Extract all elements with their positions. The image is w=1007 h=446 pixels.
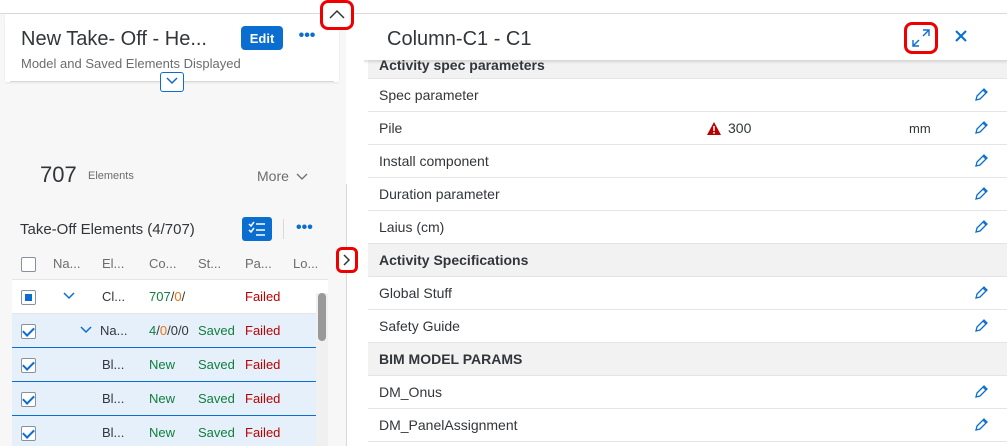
pencil-icon[interactable] — [973, 120, 989, 136]
column-header[interactable]: El... — [102, 248, 142, 279]
table-header-row: Na... El... Co... St... Pa... Lo... — [12, 248, 328, 280]
table-row[interactable]: Cl... 707/0/ Failed — [12, 280, 328, 314]
column-header[interactable]: Pa... — [245, 248, 285, 279]
close-icon — [955, 30, 967, 42]
element-cell: Bl... — [102, 391, 125, 406]
column-header[interactable]: Co... — [149, 248, 189, 279]
table-scrollbar[interactable] — [316, 293, 328, 446]
chevron-down-icon — [296, 173, 308, 180]
property-row[interactable]: Pile 300 mm — [368, 112, 1007, 145]
left-pane: New Take- Off - He... Model and Saved El… — [0, 14, 346, 446]
status-cell: Saved — [198, 391, 235, 406]
pencil-icon[interactable] — [973, 318, 989, 334]
toolbar-separator — [283, 219, 284, 239]
count-cell: 707/0/ — [149, 289, 186, 304]
expand-header-button[interactable] — [160, 72, 184, 92]
scrollbar-thumb[interactable] — [318, 293, 326, 341]
table-title: Take-Off Elements (4/707) — [20, 221, 195, 238]
row-checkbox[interactable] — [21, 290, 36, 305]
row-checkbox[interactable] — [21, 392, 36, 407]
detail-title: Column-C1 - C1 — [387, 28, 532, 50]
collapse-left-pane-button[interactable] — [336, 247, 358, 273]
property-row[interactable]: Laius (cm) — [368, 211, 1007, 244]
app-root: New Take- Off - He... Model and Saved El… — [0, 0, 1007, 446]
chevron-down-icon[interactable] — [63, 280, 75, 314]
edit-button[interactable]: Edit — [241, 26, 283, 50]
pane-splitter[interactable] — [346, 184, 347, 446]
pencil-icon[interactable] — [973, 87, 989, 103]
status-cell: Saved — [198, 357, 235, 372]
header-more-button[interactable]: ••• — [295, 27, 319, 49]
group-header: Activity Specifications — [368, 244, 1007, 277]
element-cell: Bl... — [102, 357, 125, 372]
pa-cell: Failed — [245, 425, 281, 440]
group-header: BIM MODEL PARAMS — [368, 343, 1007, 376]
row-checkbox[interactable] — [21, 426, 36, 441]
column-header[interactable]: St... — [198, 248, 238, 279]
checklist-icon — [248, 221, 265, 236]
property-row[interactable]: Global Stuff — [368, 277, 1007, 310]
pa-cell: Failed — [245, 357, 281, 372]
row-checkbox[interactable] — [21, 358, 36, 373]
pencil-icon[interactable] — [973, 417, 989, 433]
count-cell: 4/0/0/0 — [149, 323, 189, 338]
pile-unit: mm — [909, 121, 931, 136]
fullscreen-icon — [912, 29, 930, 47]
property-row[interactable]: Spec parameter — [368, 79, 1007, 112]
pencil-icon[interactable] — [973, 384, 989, 400]
property-row[interactable]: Safety Guide — [368, 310, 1007, 343]
pencil-icon[interactable] — [973, 153, 989, 169]
chevron-down-icon — [166, 77, 178, 85]
select-all-checkbox[interactable] — [21, 257, 36, 272]
pa-cell: Failed — [245, 391, 281, 406]
chevron-down-icon[interactable] — [80, 314, 92, 348]
count-cell: New — [149, 357, 176, 372]
warning-icon — [707, 122, 721, 135]
column-header[interactable]: Lo... — [293, 248, 323, 279]
detail-pane: Activity spec parameters Spec parameter … — [364, 14, 1007, 446]
property-list: Activity spec parameters Spec parameter … — [368, 52, 1007, 442]
table-more-button[interactable]: ••• — [296, 219, 313, 237]
pencil-icon[interactable] — [973, 186, 989, 202]
title-shadow — [364, 60, 1007, 64]
element-count: 707 — [40, 162, 77, 187]
page-subtitle: Model and Saved Elements Displayed — [21, 56, 241, 71]
property-row[interactable]: DM_PanelAssignment — [368, 409, 1007, 442]
column-header[interactable]: Na... — [53, 248, 93, 279]
property-row[interactable]: DM_Onus — [368, 376, 1007, 409]
pencil-icon[interactable] — [973, 219, 989, 235]
status-cell: Saved — [198, 323, 235, 338]
detail-title-bar: Column-C1 - C1 — [364, 14, 1007, 60]
table-row[interactable]: Bl... New Saved Failed — [12, 348, 328, 382]
more-label: More — [257, 168, 289, 184]
row-checkbox[interactable] — [21, 324, 36, 339]
header-divider-left — [10, 81, 160, 82]
element-cell: Bl... — [102, 425, 125, 440]
count-cell: New — [149, 391, 176, 406]
multi-select-button[interactable] — [242, 217, 272, 241]
pile-value: 300 — [728, 120, 752, 136]
element-count-label: Elements — [88, 170, 134, 182]
status-cell: Saved — [198, 425, 235, 440]
fullscreen-button[interactable] — [904, 22, 938, 54]
table-row[interactable]: Bl... New Saved Failed — [12, 382, 328, 416]
header-divider-right — [184, 81, 334, 82]
table-row[interactable]: Na... 4/0/0/0 Saved Failed — [12, 314, 328, 348]
close-button[interactable] — [949, 24, 973, 50]
elements-table: Na... El... Co... St... Pa... Lo... Cl..… — [12, 248, 328, 446]
page-title: New Take- Off - He... — [21, 28, 207, 50]
name-cell: Na... — [100, 323, 128, 338]
property-row[interactable]: Install component — [368, 145, 1007, 178]
pa-cell: Failed — [245, 323, 281, 338]
count-cell: New — [149, 425, 176, 440]
element-cell: Cl... — [102, 289, 126, 304]
pa-cell: Failed — [245, 289, 281, 304]
chevron-right-icon — [343, 254, 351, 266]
pencil-icon[interactable] — [973, 285, 989, 301]
more-link[interactable]: More — [257, 168, 308, 184]
table-row[interactable]: Bl... New Saved Failed — [12, 416, 328, 446]
chevron-up-icon — [329, 9, 345, 19]
property-row[interactable]: Duration parameter — [368, 178, 1007, 211]
collapse-header-button[interactable] — [320, 0, 354, 30]
